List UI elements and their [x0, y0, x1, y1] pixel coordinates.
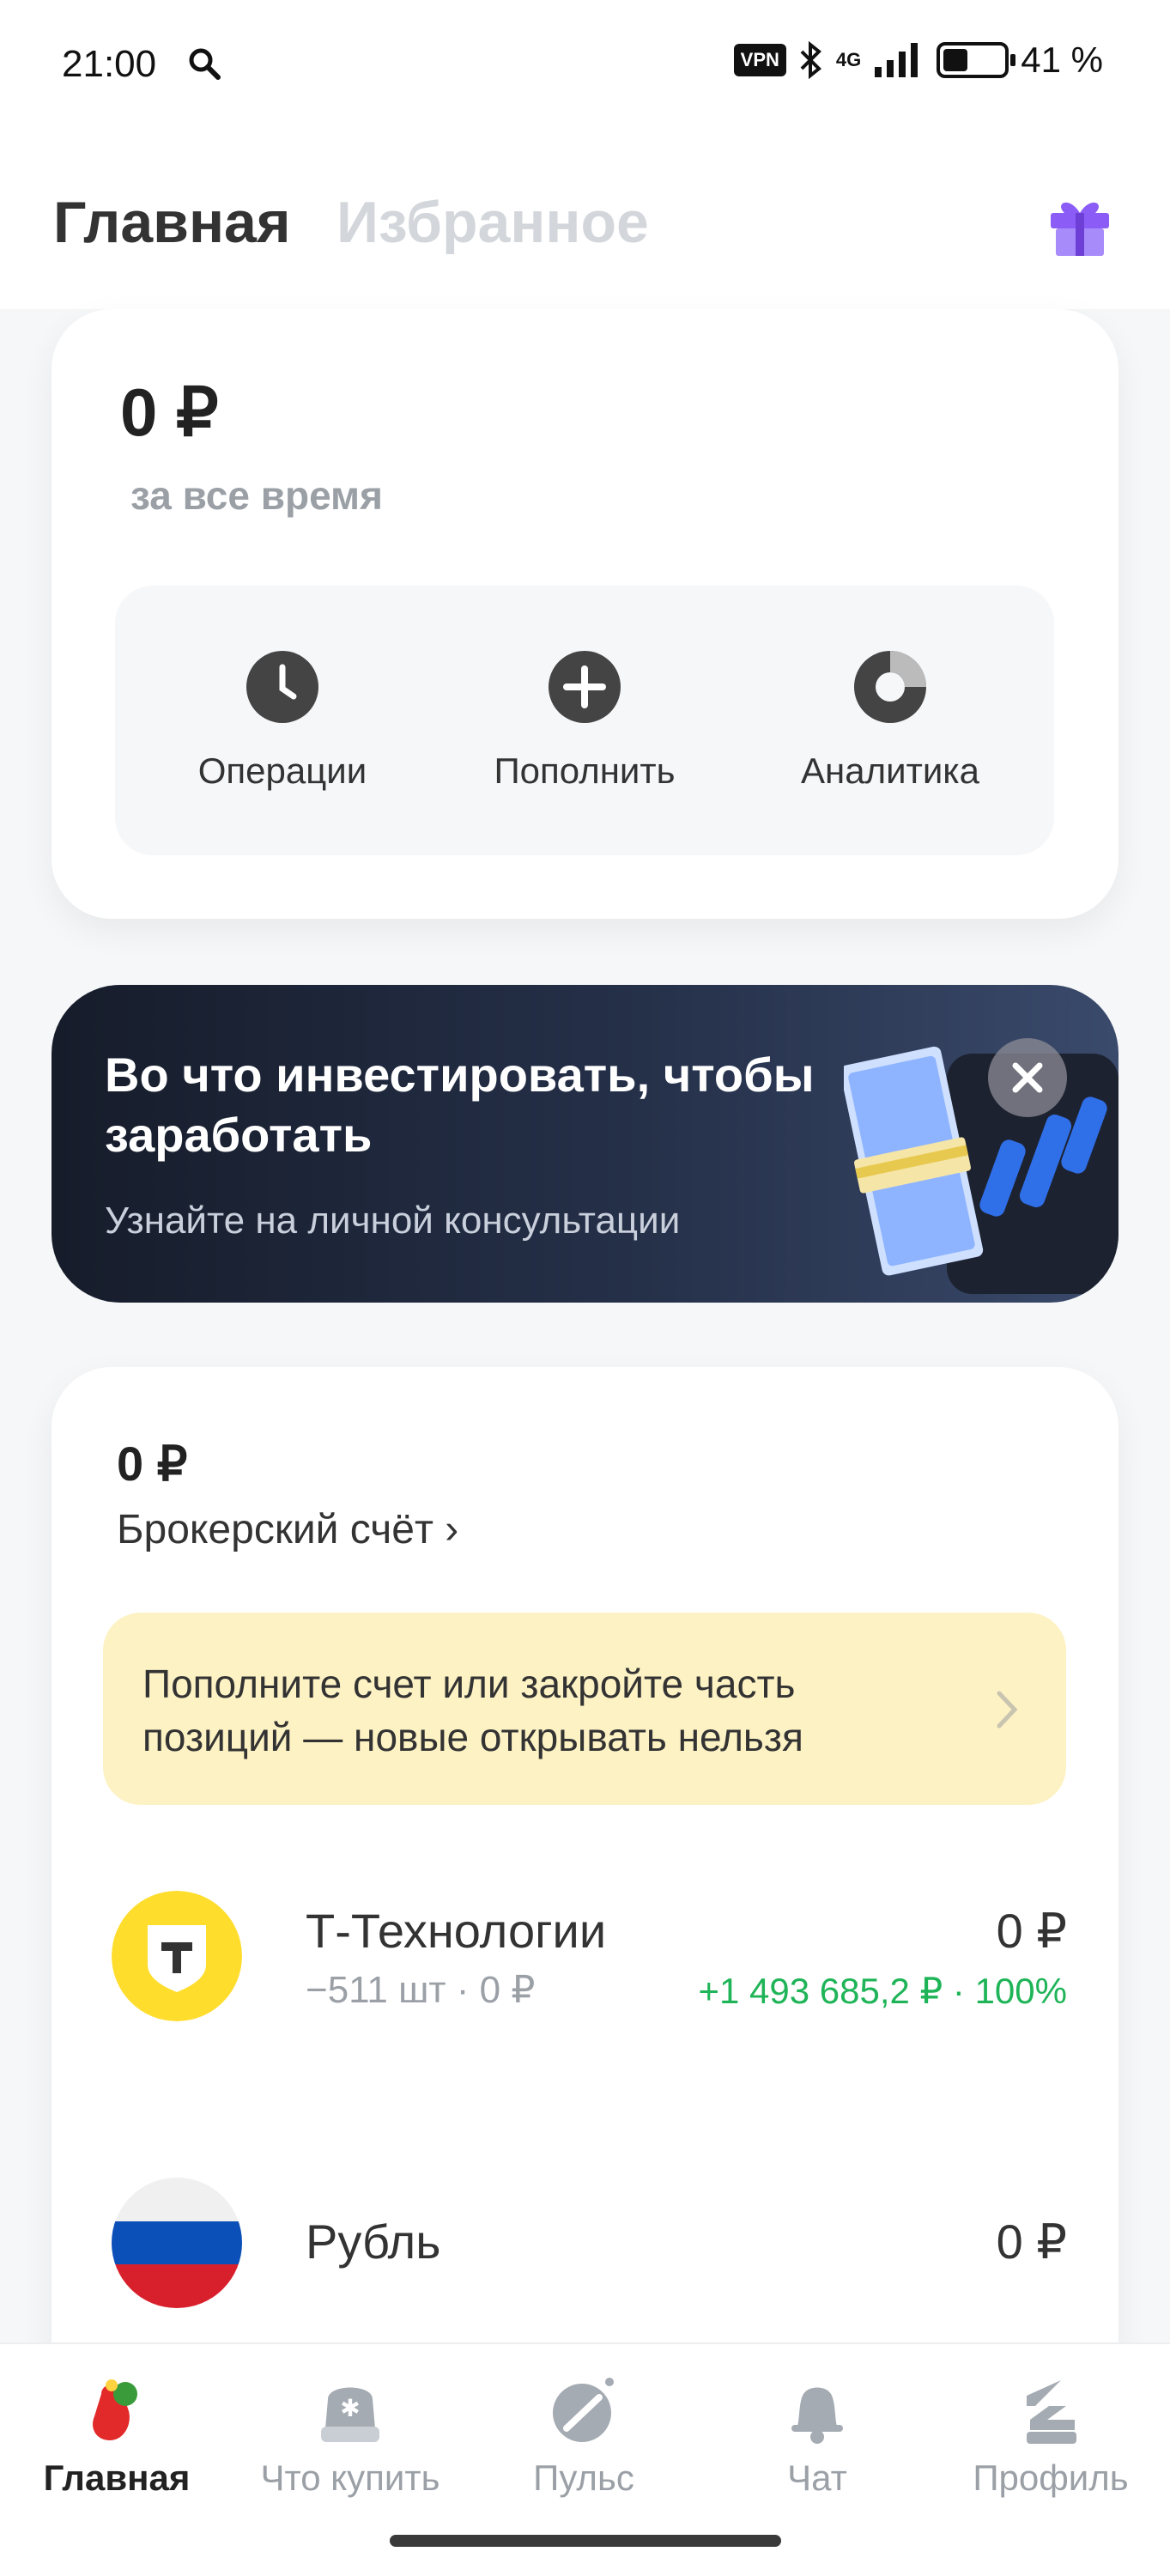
battery-icon	[937, 42, 1016, 78]
analytics-label: Аналитика	[801, 750, 979, 791]
search-icon	[189, 48, 221, 80]
plus-icon	[549, 651, 621, 723]
russia-flag-mark	[112, 2178, 242, 2308]
bag-icon: ✱	[321, 2387, 379, 2442]
status-bar: 21:00 VPN 4G 41 %	[0, 0, 1170, 129]
gift-icon[interactable]	[1046, 191, 1114, 259]
notice-text: Пополните счет или закройте часть позици…	[142, 1662, 803, 1759]
battery-percent: 41 %	[1021, 39, 1103, 80]
total-amount: 0 ₽	[120, 374, 219, 450]
asset-row[interactable]: Т-Технологии −511 шт · 0 ₽ 0 ₽ +1 493 68…	[52, 1865, 1118, 2054]
nav-home[interactable]: Главная	[0, 2344, 233, 2533]
t-bank-logo-mark	[112, 1891, 242, 2021]
status-icons: VPN 4G 41 %	[733, 39, 1103, 81]
top-header: Главная Избранное	[0, 129, 1170, 309]
close-icon	[1012, 1062, 1043, 1093]
chevron-right-icon	[997, 1691, 1018, 1728]
status-time: 21:00	[62, 43, 157, 85]
t-bank-logo	[112, 1891, 242, 2021]
nav-what-to-buy-label: Что купить	[260, 2458, 440, 2498]
broker-amount: 0 ₽	[117, 1437, 188, 1491]
home-indicator[interactable]	[390, 2535, 781, 2547]
nav-chat[interactable]: Чат	[700, 2344, 934, 2533]
clock-icon	[246, 651, 318, 723]
svg-text:✱: ✱	[340, 2394, 360, 2422]
operations-label: Операции	[197, 750, 367, 791]
tab-favorites[interactable]: Избранное	[336, 189, 649, 256]
network-type: 4G	[835, 49, 862, 70]
topup-button[interactable]: Пополнить	[443, 586, 726, 855]
broker-account-link[interactable]: Брокерский счёт ›	[117, 1506, 458, 1553]
margin-notice[interactable]: Пополните счет или закройте часть позици…	[103, 1613, 1066, 1805]
money-stack-icon	[844, 1046, 1118, 1294]
asset-detail: −511 шт · 0 ₽	[306, 1969, 536, 2011]
banner-subtitle: Узнайте на личной консультации	[105, 1200, 681, 1242]
nav-home-label: Главная	[43, 2458, 191, 2498]
banner-title: Во что инвестировать, чтобы заработать	[105, 1048, 815, 1162]
bell-chat-icon	[791, 2387, 843, 2444]
asset-name: Рубль	[306, 2215, 441, 2269]
asset-value: 0 ₽	[996, 1904, 1067, 1958]
nav-chat-label: Чат	[787, 2458, 847, 2498]
nav-pulse[interactable]: Пульс	[467, 2344, 700, 2533]
portfolio-summary-card: 0 ₽ за все время Операции Пополнить Анал…	[52, 309, 1118, 919]
battery-fill	[943, 49, 968, 71]
total-period[interactable]: за все время	[130, 472, 383, 519]
home-mitten-icon	[93, 2379, 137, 2440]
nav-pulse-label: Пульс	[533, 2458, 634, 2498]
asset-name: Т-Технологии	[306, 1904, 607, 1958]
tab-main[interactable]: Главная	[53, 189, 291, 256]
pulse-icon	[553, 2378, 614, 2442]
banner-close-button[interactable]	[988, 1038, 1067, 1117]
donut-chart-icon	[854, 651, 926, 723]
topup-label: Пополнить	[494, 750, 676, 791]
quick-actions: Операции Пополнить Аналитика	[115, 586, 1054, 855]
app-screen: 21:00 VPN 4G 41 % Главная Избранное 0 ₽ …	[0, 0, 1170, 2576]
bluetooth-icon	[800, 41, 821, 79]
russia-flag-icon	[112, 2178, 242, 2308]
analytics-button[interactable]: Аналитика	[749, 586, 1032, 855]
vpn-badge: VPN	[733, 44, 786, 76]
profile-icon	[1027, 2380, 1076, 2444]
asset-value: 0 ₽	[996, 2215, 1067, 2269]
signal-icon	[875, 43, 918, 77]
nav-profile-label: Профиль	[973, 2458, 1129, 2498]
asset-change: +1 493 685,2 ₽ · 100%	[698, 1971, 1067, 2011]
asset-row[interactable]: Рубль 0 ₽	[52, 2152, 1118, 2341]
operations-button[interactable]: Операции	[141, 586, 424, 855]
promo-banner[interactable]: Во что инвестировать, чтобы заработать У…	[52, 985, 1118, 1303]
nav-profile[interactable]: Профиль	[934, 2344, 1167, 2533]
nav-what-to-buy[interactable]: ✱ Что купить	[233, 2344, 467, 2533]
